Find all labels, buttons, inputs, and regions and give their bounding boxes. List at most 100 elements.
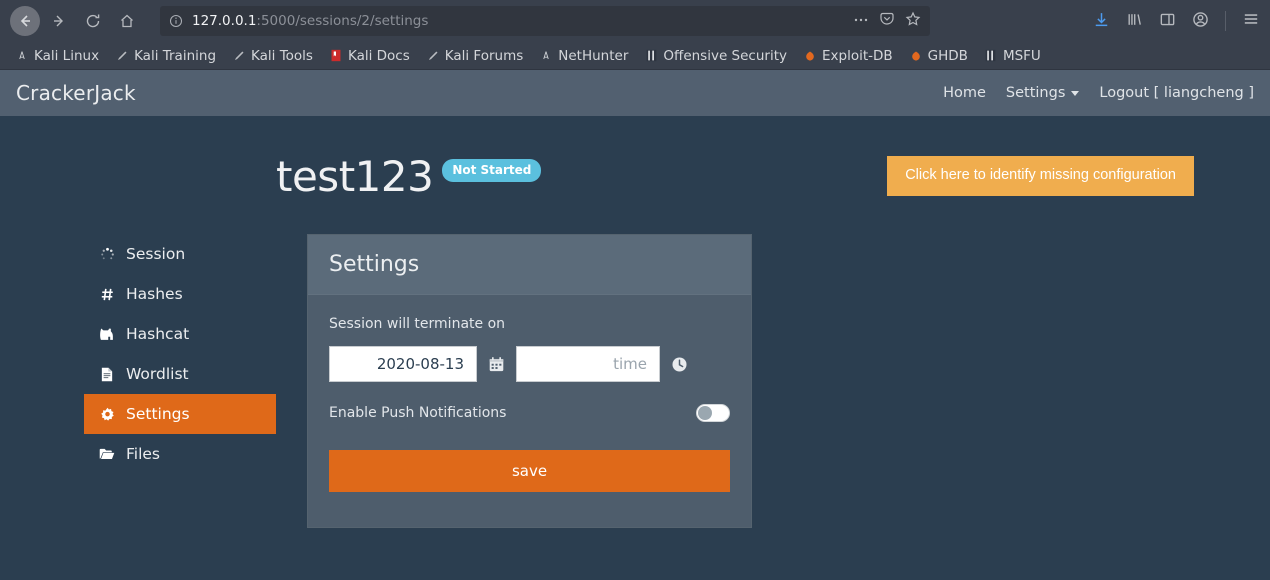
sidebar-item-label: Wordlist: [126, 365, 189, 383]
bookmark-ghdb[interactable]: GHDB: [902, 46, 975, 66]
offsec-icon: [984, 49, 998, 63]
page-title: test123: [276, 152, 434, 201]
status-badge: Not Started: [442, 159, 542, 182]
navbar-links: Home Settings Logout [ liangcheng ]: [943, 85, 1254, 101]
bookmark-exploit-db[interactable]: Exploit-DB: [796, 46, 900, 66]
reload-button[interactable]: [78, 6, 108, 36]
browser-chrome: 127.0.0.1:5000/sessions/2/settings Kali …: [0, 0, 1270, 70]
bookmark-label: NetHunter: [558, 47, 629, 64]
forward-button[interactable]: [44, 6, 74, 36]
kali-dragon-icon: [15, 49, 29, 63]
sidebar-item-label: Hashes: [126, 285, 183, 303]
url-bar[interactable]: 127.0.0.1:5000/sessions/2/settings: [160, 6, 930, 36]
urlbar-actions: [853, 11, 921, 31]
terminate-inputs-row: [329, 346, 730, 382]
download-icon[interactable]: [1093, 11, 1110, 32]
identify-missing-configuration-button[interactable]: Click here to identify missing configura…: [887, 156, 1194, 196]
gear-icon: [98, 407, 116, 422]
sidebar-item-label: Files: [126, 445, 161, 463]
sidebar-item-session[interactable]: Session: [84, 234, 276, 274]
sidebar-item-label: Session: [126, 245, 186, 263]
exploitdb-icon: [909, 49, 923, 63]
nav-link-label: Home: [943, 85, 986, 101]
pocket-icon[interactable]: [879, 11, 895, 31]
toolbar-divider: [1225, 11, 1226, 31]
toggle-knob: [698, 406, 712, 420]
nav-link-label: Settings: [1005, 85, 1066, 101]
bookmark-label: Kali Training: [134, 47, 217, 64]
crackerjack-app: CrackerJack Home Settings Logout [ liang…: [0, 70, 1270, 580]
body-row: Session Hashes Hashcat Wordlist Settings…: [0, 198, 1270, 528]
file-text-icon: [98, 367, 116, 382]
bookmark-label: Kali Tools: [251, 47, 313, 64]
browser-navigation-bar: 127.0.0.1:5000/sessions/2/settings: [0, 0, 1270, 42]
clock-icon[interactable]: [671, 356, 688, 373]
page-header-row: test123 Not Started Click here to identi…: [0, 116, 1270, 198]
bookmark-label: MSFU: [1002, 47, 1041, 64]
sidebar-item-hashcat[interactable]: Hashcat: [84, 314, 276, 354]
nav-link-logout[interactable]: Logout [ liangcheng ]: [1099, 85, 1254, 101]
sidebar-item-label: Settings: [126, 405, 190, 423]
settings-card-body: Session will terminate on 2020-08-13 tim…: [308, 295, 751, 527]
bookmark-kali-linux[interactable]: Kali Linux: [8, 46, 106, 66]
terminate-date-input[interactable]: [329, 346, 477, 382]
settings-card: Settings Session will terminate on 2020-…: [307, 234, 752, 528]
browser-toolbar-right: [1079, 10, 1260, 32]
bookmark-label: Exploit-DB: [822, 47, 893, 64]
home-button[interactable]: [112, 6, 142, 36]
offsec-icon: [644, 49, 658, 63]
kali-dragon-icon: [539, 49, 553, 63]
hashtag-icon: [98, 287, 116, 302]
kali-book-icon: [329, 49, 343, 63]
hamburger-menu-icon[interactable]: [1242, 10, 1260, 32]
nav-link-label: Logout [ liangcheng ]: [1099, 85, 1254, 101]
sidebar-item-settings[interactable]: Settings: [84, 394, 276, 434]
library-icon[interactable]: [1126, 11, 1143, 32]
kali-pencil-icon: [232, 49, 246, 63]
bookmark-label: GHDB: [927, 47, 968, 64]
push-notifications-row: Enable Push Notifications: [329, 404, 730, 422]
sidebar-item-label: Hashcat: [126, 325, 190, 343]
folder-open-icon: [98, 447, 116, 461]
kali-pencil-icon: [426, 49, 440, 63]
bookmark-offensive-security[interactable]: Offensive Security: [637, 46, 794, 66]
settings-card-header: Settings: [308, 235, 751, 295]
bookmarks-bar: Kali Linux Kali Training Kali Tools Kali…: [0, 42, 1270, 70]
bookmark-kali-training[interactable]: Kali Training: [108, 46, 223, 66]
bookmark-label: Kali Linux: [34, 47, 100, 64]
bookmark-kali-docs[interactable]: Kali Docs: [322, 46, 417, 66]
sidebar-icon[interactable]: [1159, 11, 1176, 32]
title-wrap: test123 Not Started: [276, 152, 542, 201]
sidebar-item-hashes[interactable]: Hashes: [84, 274, 276, 314]
star-icon[interactable]: [905, 11, 921, 31]
calendar-icon[interactable]: [488, 356, 505, 373]
page-info-icon[interactable]: [169, 14, 183, 28]
bookmark-label: Offensive Security: [663, 47, 787, 64]
app-navbar: CrackerJack Home Settings Logout [ liang…: [0, 70, 1270, 116]
spinner-icon: [98, 247, 116, 262]
nav-link-settings[interactable]: Settings: [1005, 85, 1080, 101]
kali-pencil-icon: [115, 49, 129, 63]
bookmark-msfu[interactable]: MSFU: [977, 46, 1048, 66]
terminate-time-input[interactable]: [516, 346, 660, 382]
cat-icon: [98, 327, 116, 342]
save-button[interactable]: save: [329, 450, 730, 492]
account-icon[interactable]: [1192, 11, 1209, 32]
bookmark-label: Kali Docs: [347, 47, 410, 64]
bookmark-kali-forums[interactable]: Kali Forums: [419, 46, 531, 66]
sidebar-item-files[interactable]: Files: [84, 434, 276, 474]
nav-link-home[interactable]: Home: [943, 85, 986, 101]
push-notifications-label: Enable Push Notifications: [329, 405, 507, 421]
ellipsis-icon[interactable]: [853, 11, 869, 31]
sidebar-item-wordlist[interactable]: Wordlist: [84, 354, 276, 394]
app-brand[interactable]: CrackerJack: [16, 81, 136, 105]
bookmark-label: Kali Forums: [444, 47, 524, 64]
exploitdb-icon: [803, 49, 817, 63]
url-host: 127.0.0.1: [192, 13, 257, 29]
url-path: :5000/sessions/2/settings: [256, 13, 429, 29]
back-button[interactable]: [10, 6, 40, 36]
page-content: test123 Not Started Click here to identi…: [0, 116, 1270, 580]
push-notifications-toggle[interactable]: [696, 404, 730, 422]
bookmark-kali-tools[interactable]: Kali Tools: [225, 46, 320, 66]
bookmark-nethunter[interactable]: NetHunter: [532, 46, 635, 66]
